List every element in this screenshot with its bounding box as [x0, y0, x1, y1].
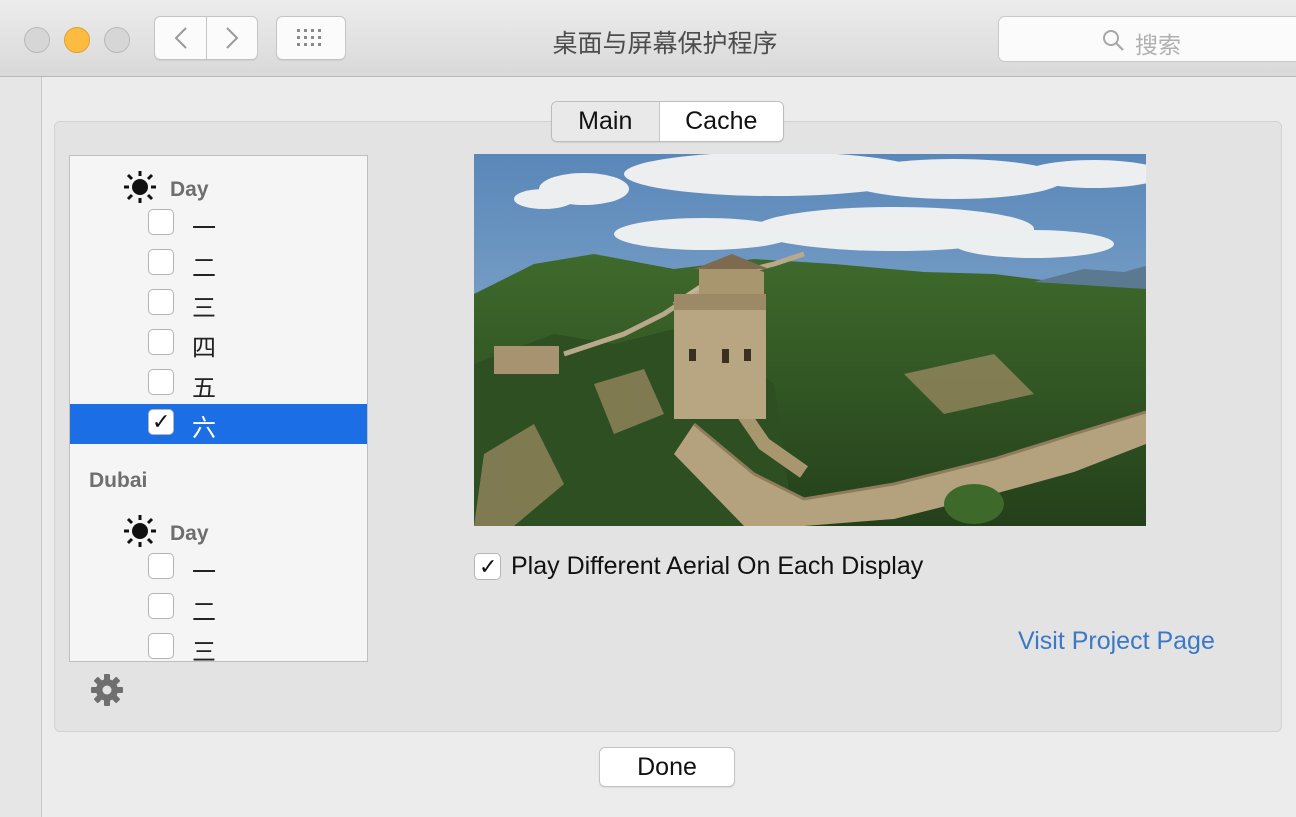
- list-item-label: 六: [192, 414, 216, 442]
- video-checkbox[interactable]: [148, 593, 174, 619]
- video-checkbox[interactable]: [148, 289, 174, 315]
- time-of-day-label: Day: [170, 522, 209, 545]
- grid-icon: [297, 29, 321, 46]
- gear-icon[interactable]: [89, 672, 125, 708]
- list-item[interactable]: 二: [70, 244, 367, 284]
- chevron-left-icon: [174, 27, 187, 49]
- search-field[interactable]: 搜索: [998, 16, 1296, 62]
- video-checkbox[interactable]: [148, 633, 174, 659]
- video-checkbox[interactable]: [148, 329, 174, 355]
- chevron-right-icon: [226, 27, 239, 49]
- checkmark-icon: ✓: [479, 554, 498, 579]
- time-of-day-header: Day: [124, 170, 324, 206]
- video-checkbox[interactable]: ✓: [148, 409, 174, 435]
- video-checkbox[interactable]: [148, 369, 174, 395]
- video-preview: [474, 154, 1146, 526]
- list-item-label: 三: [192, 294, 216, 322]
- list-item[interactable]: 三: [70, 628, 367, 662]
- video-checkbox[interactable]: [148, 209, 174, 235]
- list-item[interactable]: 一: [70, 204, 367, 244]
- title-bar: 桌面与屏幕保护程序 搜索: [0, 0, 1296, 77]
- great-wall-landscape-image: [474, 154, 1146, 526]
- list-item[interactable]: 五: [70, 364, 367, 404]
- search-icon: [1103, 30, 1124, 51]
- back-button[interactable]: [154, 16, 207, 60]
- video-checkbox[interactable]: [148, 249, 174, 275]
- done-button[interactable]: Done: [599, 747, 735, 787]
- list-item-label: 一: [192, 558, 216, 586]
- visit-project-page-link[interactable]: Visit Project Page: [1018, 627, 1215, 656]
- minimize-window-button[interactable]: [64, 27, 90, 53]
- list-item-label: 五: [192, 374, 216, 402]
- list-item-label: 二: [192, 254, 216, 282]
- search-placeholder: 搜索: [1135, 33, 1181, 59]
- list-item-label: 二: [192, 598, 216, 626]
- list-item-label: 三: [192, 638, 216, 662]
- window-title: 桌面与屏幕保护程序: [552, 29, 778, 58]
- list-item[interactable]: 二: [70, 588, 367, 628]
- checkmark-icon: ✓: [152, 409, 171, 434]
- tab-selector: Main Cache: [551, 101, 784, 142]
- list-item[interactable]: 一: [70, 548, 367, 588]
- list-item[interactable]: 四: [70, 324, 367, 364]
- sun-icon: [124, 515, 156, 547]
- location-group-header: Dubai: [89, 469, 148, 492]
- show-all-button[interactable]: [276, 16, 346, 60]
- zoom-window-button[interactable]: [104, 27, 130, 53]
- video-checkbox[interactable]: [148, 553, 174, 579]
- play-different-checkbox[interactable]: ✓: [474, 553, 501, 580]
- list-item-label: 一: [192, 214, 216, 242]
- play-different-label[interactable]: Play Different Aerial On Each Display: [511, 552, 923, 581]
- time-of-day-label: Day: [170, 178, 209, 201]
- forward-button[interactable]: [206, 16, 258, 60]
- video-list[interactable]: Day 一 二 三 四 五 ✓ 六 Dubai Day 一 二 三: [69, 155, 368, 662]
- close-window-button[interactable]: [24, 27, 50, 53]
- tab-cache[interactable]: Cache: [659, 102, 783, 141]
- sun-icon: [124, 171, 156, 203]
- list-item[interactable]: 三: [70, 284, 367, 324]
- list-item-label: 四: [192, 334, 216, 362]
- time-of-day-header: Day: [124, 514, 324, 550]
- tab-main[interactable]: Main: [552, 102, 660, 141]
- list-item-selected[interactable]: ✓ 六: [70, 404, 367, 444]
